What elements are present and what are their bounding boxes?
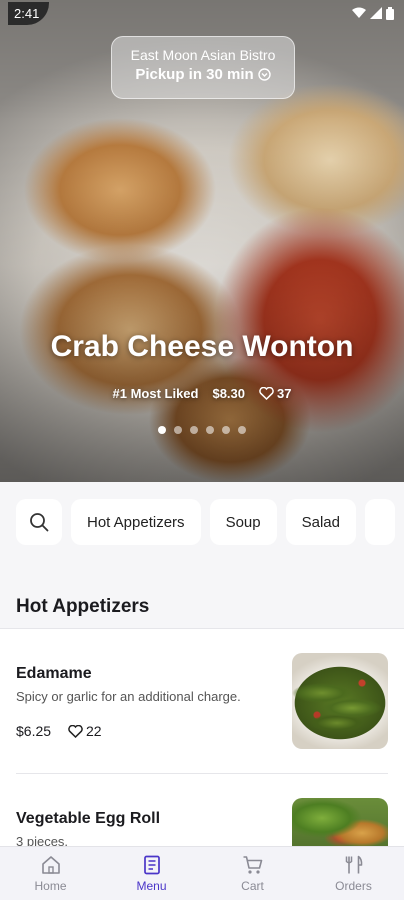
nav-label: Menu — [136, 878, 167, 893]
hero-banner[interactable]: 2:41 East Moon Asian Bistro Pickup in 30… — [0, 0, 404, 482]
carousel-dot[interactable] — [206, 426, 214, 434]
status-icons — [352, 6, 394, 20]
pickup-label: Pickup in 30 min — [135, 66, 254, 83]
nav-label: Home — [34, 878, 67, 893]
carousel-dot[interactable] — [174, 426, 182, 434]
menu-item-edamame[interactable]: Edamame Spicy or garlic for an additiona… — [0, 629, 404, 773]
search-button[interactable] — [16, 499, 62, 545]
menu-list: Edamame Spicy or garlic for an additiona… — [0, 628, 404, 846]
nav-item-home[interactable]: Home — [0, 847, 101, 900]
heart-icon — [259, 387, 274, 400]
cart-icon — [243, 855, 262, 874]
egg-roll-photo[interactable] — [292, 798, 388, 846]
chevron-down-circle-icon — [257, 68, 271, 81]
status-bar: 2:41 — [0, 0, 404, 26]
orders-icon — [345, 855, 362, 873]
category-chip-salad[interactable]: Salad — [285, 499, 356, 545]
carousel-dot[interactable] — [190, 426, 198, 434]
menu-item-name: Vegetable Egg Roll — [16, 810, 161, 827]
menu-item-description: 3 pieces. — [16, 834, 69, 846]
carousel-dot[interactable] — [158, 426, 166, 434]
featured-likes-count: 37 — [277, 386, 292, 401]
heart-icon — [68, 724, 83, 738]
search-icon — [30, 513, 49, 532]
pickup-time: Pickup in 30 min — [112, 66, 294, 83]
carousel-dots[interactable] — [0, 426, 404, 434]
nav-label: Orders — [335, 878, 372, 893]
battery-icon — [386, 6, 394, 20]
category-chip-soup[interactable]: Soup — [209, 499, 277, 545]
menu-item-vegetable-egg-roll[interactable]: Vegetable Egg Roll 3 pieces. — [16, 773, 388, 846]
featured-item-title: Crab Cheese Wonton — [50, 330, 354, 363]
nav-label: Cart — [241, 878, 264, 893]
nav-item-menu[interactable]: Menu — [101, 847, 202, 900]
carousel-dot[interactable] — [222, 426, 230, 434]
bottom-navigation: Home Menu Cart Orders — [0, 846, 404, 900]
category-chip-hot-appetizers[interactable]: Hot Appetizers — [71, 499, 201, 545]
menu-item-description: Spicy or garlic for an additional charge… — [16, 689, 241, 704]
category-chip-next[interactable] — [364, 499, 395, 545]
home-icon — [41, 855, 60, 874]
nav-item-orders[interactable]: Orders — [303, 847, 404, 900]
nav-item-cart[interactable]: Cart — [202, 847, 303, 900]
wifi-icon — [352, 7, 366, 18]
menu-item-likes[interactable]: 22 — [68, 723, 102, 739]
section-title: Hot Appetizers — [16, 596, 150, 617]
menu-item-likes-count: 22 — [86, 723, 102, 739]
carousel-dot[interactable] — [238, 426, 246, 434]
section-header-background — [0, 562, 404, 628]
category-bar[interactable]: Hot Appetizers Soup Salad — [0, 482, 404, 562]
store-pickup-pill[interactable]: East Moon Asian Bistro Pickup in 30 min — [111, 36, 295, 99]
menu-book-icon — [143, 855, 160, 874]
edamame-photo[interactable] — [292, 653, 388, 749]
menu-item-price: $6.25 — [16, 723, 52, 739]
featured-item-meta: #1 Most Liked $8.30 37 — [0, 386, 404, 401]
status-time: 2:41 — [8, 1, 50, 25]
signal-icon — [370, 7, 382, 19]
featured-rank: #1 Most Liked — [112, 386, 199, 401]
featured-price: $8.30 — [212, 386, 246, 401]
featured-likes[interactable]: 37 — [259, 386, 291, 401]
menu-item-name: Edamame — [16, 665, 92, 682]
store-name: East Moon Asian Bistro — [130, 47, 276, 63]
